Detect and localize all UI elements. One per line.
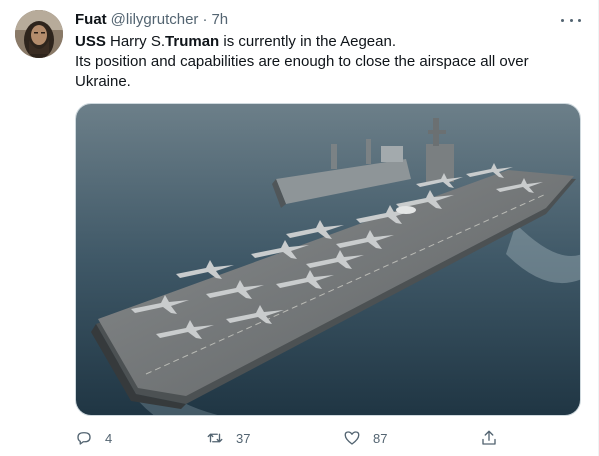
- tweet-line-1: USS Harry S.Truman is currently in the A…: [75, 32, 580, 52]
- aircraft-carrier-image: [76, 104, 580, 415]
- tweet-time[interactable]: 7h: [211, 10, 228, 30]
- reply-button[interactable]: 4: [75, 428, 112, 448]
- author-handle[interactable]: @lilygrutcher: [111, 10, 199, 30]
- tweet-bold-truman: Truman: [165, 33, 220, 50]
- tweet-header: Fuat @lilygrutcher · 7h: [75, 10, 228, 30]
- retweet-button[interactable]: 37: [206, 428, 250, 448]
- heart-icon: [344, 431, 360, 445]
- tweet-card[interactable]: Fuat @lilygrutcher · 7h USS Harry S.Trum…: [0, 0, 599, 456]
- tweet-text: USS Harry S.Truman is currently in the A…: [75, 32, 580, 92]
- like-count: 87: [373, 430, 388, 446]
- share-button[interactable]: [480, 428, 498, 448]
- reply-icon: [77, 432, 91, 445]
- avatar[interactable]: [15, 10, 63, 58]
- retweet-icon: [207, 433, 223, 443]
- separator-dot: ·: [202, 11, 208, 28]
- tweet-line-3: Ukraine.: [75, 73, 131, 90]
- share-icon: [482, 430, 496, 445]
- author-name[interactable]: Fuat: [75, 10, 107, 30]
- avatar-image: [15, 10, 63, 58]
- reply-count: 4: [105, 430, 113, 446]
- retweet-count: 37: [236, 430, 251, 446]
- tweet-text-part: Harry S.: [105, 33, 166, 50]
- tweet-media-photo[interactable]: [75, 103, 581, 416]
- tweet-actions: 4 37 87: [75, 428, 498, 448]
- more-options-icon[interactable]: [561, 12, 581, 28]
- tweet-bold-uss: USS: [75, 33, 106, 50]
- tweet-line-2: Its position and capabilities are enough…: [75, 53, 529, 70]
- tweet-text-part: is currently in the Aegean.: [219, 33, 396, 50]
- like-button[interactable]: 87: [343, 428, 387, 448]
